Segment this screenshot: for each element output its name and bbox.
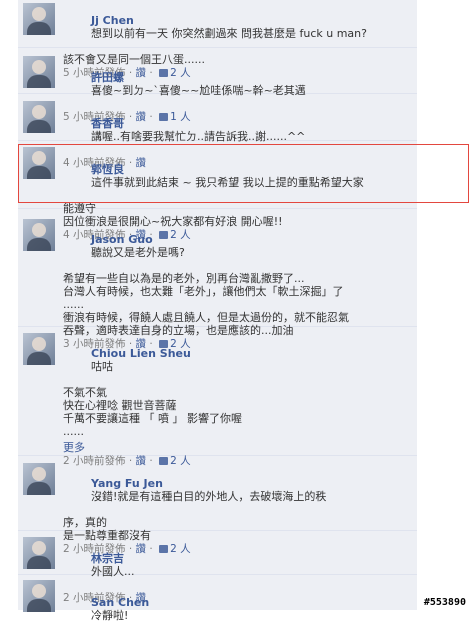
- avatar[interactable]: [23, 147, 55, 179]
- comment-item: Jason Guo 聽說又是老外是嗎? 希望有一些自以為是的老外，別再台灣亂撒野…: [18, 209, 417, 350]
- commenter-name[interactable]: Chiou Lien Sheu: [91, 347, 191, 360]
- commenter-name[interactable]: Jj Chen: [91, 14, 134, 27]
- avatar[interactable]: [23, 333, 55, 365]
- comment-item: 香香哥 講喔..有啥要我幫忙ㄉ..請告訴我..謝......^^ 4 小時前發佈…: [18, 94, 417, 169]
- comment-text: 台灣人有時候，也太難「老外」，讓他們太「軟土深掘」了: [63, 285, 344, 298]
- commenter-name[interactable]: Yang Fu Jen: [91, 477, 163, 490]
- avatar[interactable]: [23, 580, 55, 612]
- comment-item: Yang Fu Jen 沒錯!就是有這種白目的外地人，去破壞海上的秩 序，真的 …: [18, 456, 417, 555]
- commenter-name[interactable]: 許田螺: [91, 71, 124, 84]
- comment-item: Jj Chen 想到以前有一天 你突然劃過來 問我甚麼是 fuck u man?…: [18, 0, 417, 79]
- comment-feed: Jj Chen 想到以前有一天 你突然劃過來 問我甚麼是 fuck u man?…: [18, 0, 417, 622]
- watermark: #553890: [421, 597, 468, 608]
- comment-text: ......: [63, 425, 84, 438]
- commenter-name[interactable]: Jason Guo: [91, 233, 153, 246]
- comment-text: 這件事就到此結束 ~ 我只希望 我以上提的重點希望大家: [90, 176, 364, 189]
- comment-item: 郭恆良 這件事就到此結束 ~ 我只希望 我以上提的重點希望大家 能遵守 因位衝浪…: [18, 141, 417, 241]
- avatar[interactable]: [23, 3, 55, 35]
- comment-text: 千萬不要讓這種 「 噴 」 影響了你喔: [63, 412, 242, 425]
- comment-text: 聽說又是老外是嗎?: [90, 246, 185, 259]
- comment-item: Chiou Lien Sheu 咕咕 不氣不氣 快在心裡唸 觀世音菩薩 千萬不要…: [18, 327, 417, 467]
- avatar[interactable]: [23, 219, 55, 251]
- comment-text: 咕咕: [90, 360, 113, 373]
- comment-item: San Chen 冷靜啦!: [18, 575, 417, 622]
- comment-item: 許田螺 喜傻~到ㄉ~`喜傻~~尬哇係喘~幹~老其邁 5 小時前發佈 · 讚 · …: [18, 48, 417, 123]
- avatar[interactable]: [23, 56, 55, 88]
- commenter-name[interactable]: 郭恆良: [91, 163, 124, 176]
- comment-text: 快在心裡唸 觀世音菩薩: [63, 399, 177, 412]
- comment-text: 冷靜啦!: [90, 609, 129, 622]
- comment-text: ......: [63, 298, 84, 311]
- comment-item: 林宗吉 外國人... 2 小時前發佈 · 讚: [18, 531, 417, 604]
- commenter-name[interactable]: San Chen: [91, 596, 149, 609]
- comment-text: 序，真的: [63, 516, 107, 529]
- commenter-name[interactable]: 香香哥: [91, 117, 124, 130]
- avatar[interactable]: [23, 463, 55, 495]
- commenter-name[interactable]: 林宗吉: [91, 552, 124, 565]
- comment-text: 沒錯!就是有這種白目的外地人，去破壞海上的秩: [90, 490, 327, 503]
- see-more-link[interactable]: 更多: [63, 441, 411, 454]
- comment-text: 希望有一些自以為是的老外，別再台灣亂撒野了...: [63, 272, 305, 285]
- avatar[interactable]: [23, 537, 55, 569]
- avatar[interactable]: [23, 101, 55, 133]
- comment-text: 衝浪有時候，得饒人處且饒人，但是太過份的，就不能忍氣: [63, 311, 349, 324]
- comment-text: 想到以前有一天 你突然劃過來 問我甚麼是 fuck u man?: [90, 27, 367, 40]
- comment-text: 不氣不氣: [63, 386, 107, 399]
